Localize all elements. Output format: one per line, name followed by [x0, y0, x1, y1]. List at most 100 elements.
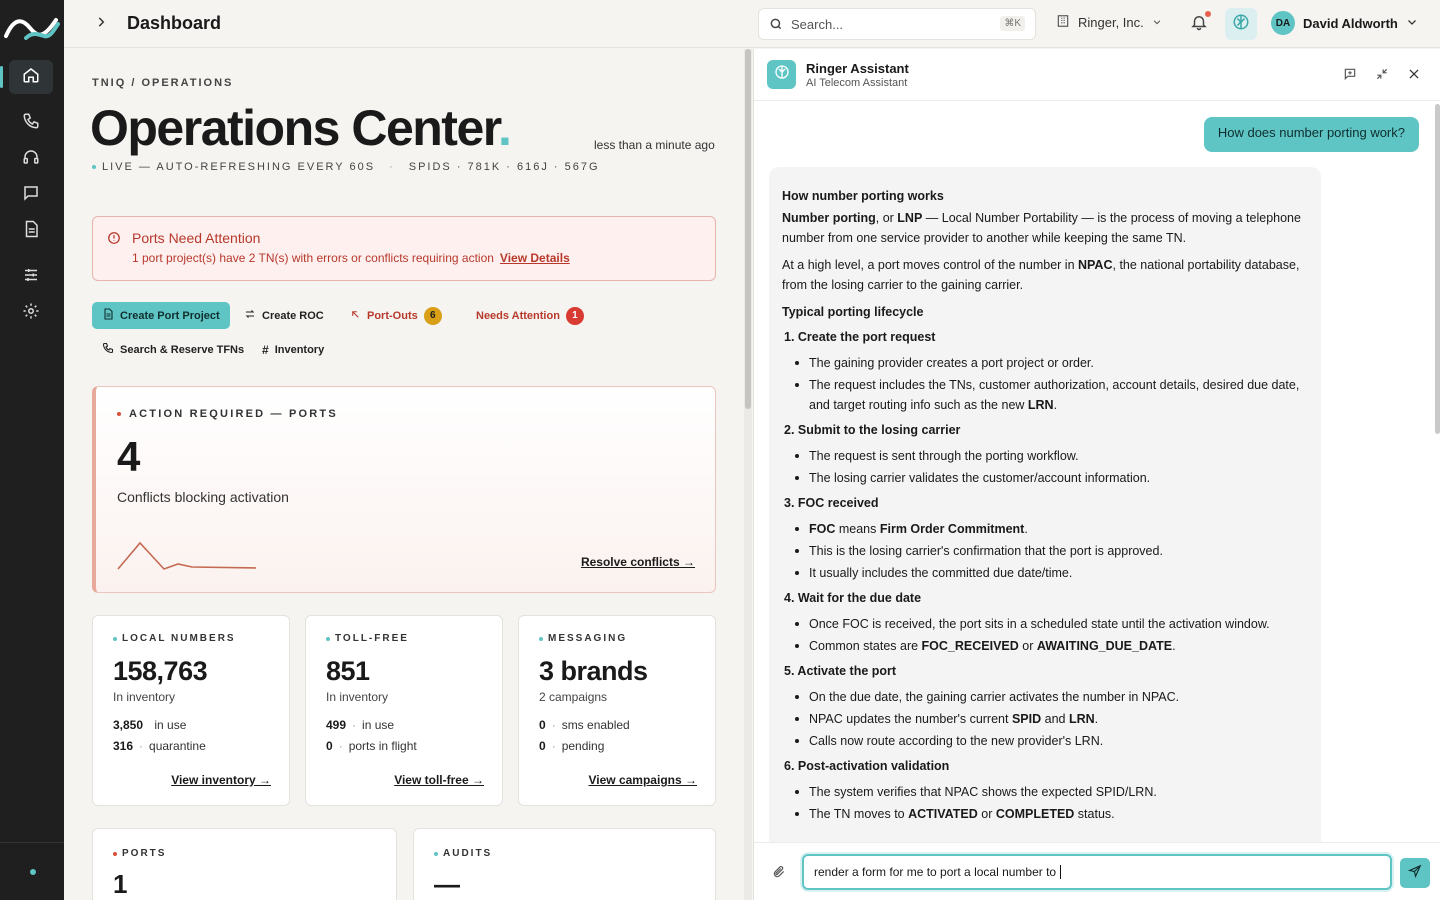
- port-outs-button[interactable]: Port-Outs 6: [340, 302, 452, 329]
- org-switcher[interactable]: Ringer, Inc.: [1056, 14, 1162, 31]
- sidebar-item-settings[interactable]: [9, 296, 53, 330]
- view-details-link[interactable]: View Details: [500, 251, 570, 265]
- brand-logo[interactable]: [4, 10, 60, 44]
- card-label: AUDITS: [434, 848, 492, 859]
- text: and: [1041, 712, 1069, 726]
- assistant-composer: render a form for me to port a local num…: [754, 842, 1440, 900]
- search-reserve-tfns-button[interactable]: Search & Reserve TFNs: [92, 336, 254, 363]
- step-heading: 1. Create the port request: [784, 330, 936, 344]
- bold-text: LNP: [897, 211, 923, 225]
- message-input[interactable]: render a form for me to port a local num…: [802, 854, 1392, 890]
- list-item: The TN moves to ACTIVATED or COMPLETED s…: [795, 804, 1308, 824]
- sidebar-item-home[interactable]: [0, 60, 53, 94]
- live-status: LIVE — AUTO-REFRESHING EVERY 60S · SPIDS…: [92, 161, 600, 173]
- needs-attention-button[interactable]: Needs Attention 1: [466, 302, 594, 329]
- row-text: in use: [362, 718, 395, 732]
- view-toll-free-link[interactable]: View toll-free →: [394, 773, 484, 787]
- step-list: The request is sent through the porting …: [795, 446, 1308, 488]
- notification-badge: [1205, 11, 1211, 17]
- card-value: 3 brands: [539, 656, 648, 686]
- list-item: On the due date, the gaining carrier act…: [795, 687, 1308, 707]
- headset-icon: [22, 148, 40, 171]
- create-roc-label: Create ROC: [262, 309, 324, 322]
- card-row: 3,850 in use: [113, 718, 186, 732]
- chevron-down-icon: [1152, 15, 1162, 30]
- step-list: The system verifies that NPAC shows the …: [795, 782, 1308, 824]
- sidebar-item-support[interactable]: [9, 142, 53, 176]
- minimize-icon[interactable]: [1375, 67, 1389, 86]
- main-content: TNIQ / OPERATIONS Operations Center. les…: [64, 49, 744, 900]
- step-list: FOC means Firm Order Commitment. This is…: [795, 519, 1308, 583]
- bold-text: ACTIVATED: [908, 807, 978, 821]
- port-outs-label: Port-Outs: [367, 309, 418, 322]
- text: .: [1024, 522, 1028, 536]
- card-row: 0 · sms enabled: [539, 718, 630, 732]
- chevron-down-icon: [1406, 16, 1418, 31]
- spids-text: SPIDS · 781K · 616J · 567G: [408, 161, 600, 173]
- alert-description: 1 port project(s) have 2 TN(s) with erro…: [132, 251, 570, 265]
- alert-title: Ports Need Attention: [132, 230, 261, 246]
- sidebar-item-documents[interactable]: [9, 214, 53, 248]
- resolve-conflicts-link[interactable]: Resolve conflicts →: [581, 555, 695, 569]
- create-port-project-label: Create Port Project: [120, 309, 220, 322]
- row-number: 3,850: [113, 718, 144, 732]
- arrow-up-left-icon: [350, 309, 361, 323]
- row-number: 316: [113, 739, 134, 753]
- step-list: On the due date, the gaining carrier act…: [795, 687, 1308, 751]
- row-number: 0: [326, 739, 333, 753]
- audits-card: AUDITS —: [413, 828, 716, 900]
- step-heading: 4. Wait for the due date: [784, 591, 922, 605]
- scrollbar-thumb[interactable]: [1435, 104, 1440, 434]
- inventory-label: Inventory: [274, 343, 325, 356]
- card-sub: In inventory: [326, 690, 389, 704]
- notifications-button[interactable]: [1190, 11, 1211, 36]
- text: .: [1172, 639, 1176, 653]
- separator: [147, 718, 150, 732]
- text: .: [1094, 712, 1099, 726]
- brain-icon: [774, 64, 790, 85]
- bold-text: FOC: [809, 522, 836, 536]
- chevron-right-icon[interactable]: [94, 15, 108, 34]
- close-icon[interactable]: [1407, 67, 1421, 86]
- assistant-name: Ringer Assistant: [806, 61, 909, 76]
- sliders-icon: [22, 266, 40, 289]
- view-campaigns-link[interactable]: View campaigns →: [589, 773, 698, 787]
- bold-text: LRN: [1068, 712, 1095, 726]
- card-row: 0 · ports in flight: [326, 739, 417, 753]
- assistant-scrollbar[interactable]: [1434, 102, 1440, 842]
- teal-dot: [539, 636, 543, 641]
- separator: ·: [139, 739, 144, 753]
- sidebar-item-messages[interactable]: [9, 178, 53, 212]
- paperclip-icon[interactable]: [772, 865, 786, 884]
- send-button[interactable]: [1400, 858, 1430, 888]
- messaging-card: MESSAGING 3 brands 2 campaigns 0 · sms ena…: [518, 615, 716, 806]
- scrollbar-thumb[interactable]: [745, 49, 751, 409]
- list-item: The request is sent through the porting …: [795, 446, 1308, 466]
- assistant-toggle-button[interactable]: [1225, 8, 1257, 40]
- bold-text: Firm Order Commitment: [879, 522, 1025, 536]
- sparkline: [117, 541, 257, 570]
- response-paragraph: Number porting, or LNP — Local Number Po…: [782, 208, 1308, 248]
- gear-icon: [22, 302, 40, 325]
- separator: ·: [551, 718, 556, 732]
- search-input[interactable]: Search... ⌘K: [758, 8, 1036, 40]
- sidebar-item-phone[interactable]: [9, 106, 53, 140]
- create-roc-button[interactable]: Create ROC: [234, 302, 334, 329]
- response-paragraph: At a high level, a port moves control of…: [782, 255, 1308, 295]
- main-scrollbar[interactable]: [744, 49, 752, 900]
- response-heading: How number porting works: [782, 189, 944, 203]
- list-item: Common states are FOC_RECEIVED or AWAITI…: [795, 636, 1308, 656]
- text: means: [835, 522, 880, 536]
- view-inventory-link[interactable]: View inventory →: [171, 773, 271, 787]
- card-label-text: AUDITS: [443, 848, 493, 859]
- page-title-period: .: [497, 100, 512, 156]
- user-menu[interactable]: DA David Aldworth: [1271, 11, 1418, 35]
- step-heading: 6. Post-activation validation: [784, 759, 950, 773]
- new-chat-icon[interactable]: [1343, 67, 1357, 86]
- sidebar-item-filters[interactable]: [9, 260, 53, 294]
- page-header-title: Dashboard: [127, 13, 222, 33]
- inventory-button[interactable]: # Inventory: [252, 336, 334, 363]
- create-port-project-button[interactable]: Create Port Project: [92, 302, 230, 329]
- text: status.: [1074, 807, 1115, 821]
- brain-icon: [1232, 13, 1250, 36]
